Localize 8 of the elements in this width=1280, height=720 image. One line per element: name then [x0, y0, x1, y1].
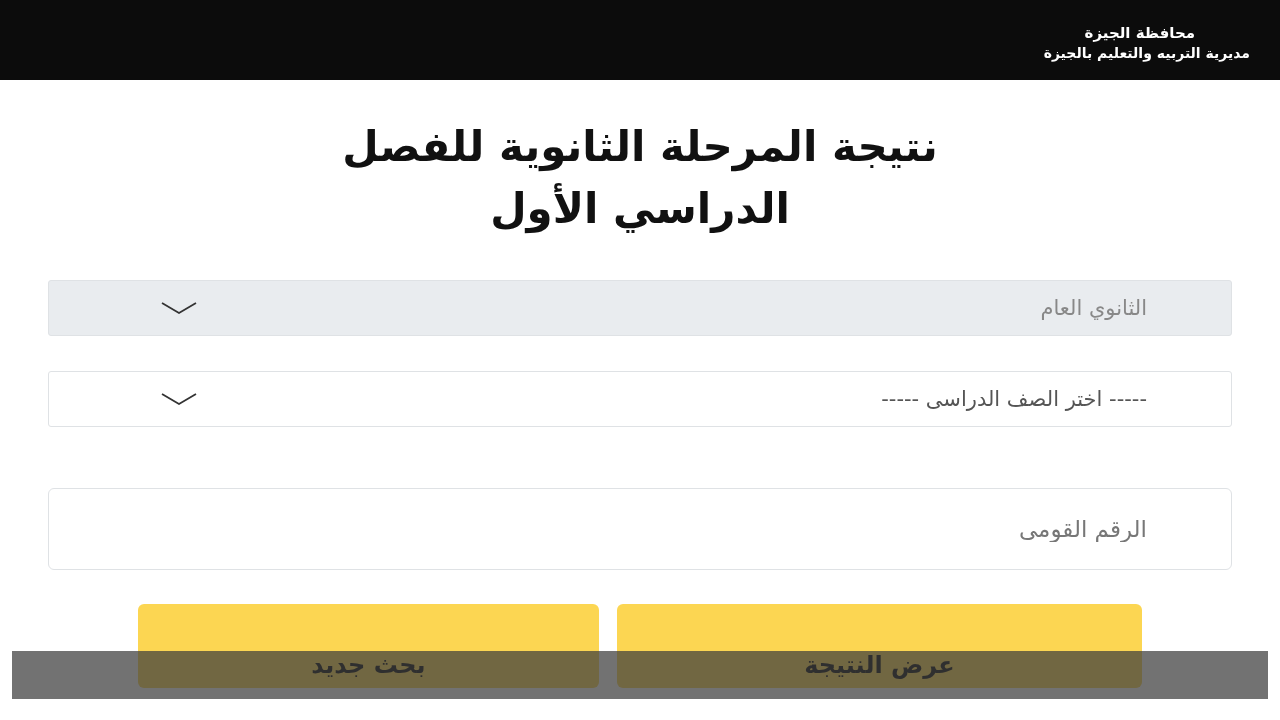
header-text: مديرية التربيه والتعليم بالجيزة — [1043, 44, 1250, 63]
dropdown-select[interactable]: ----- اختر الصف الدراسى ----- — [48, 371, 1232, 427]
page-title: نتيجة المرحلة الثانوية للفصل — [341, 121, 939, 174]
chevron-down-icon — [161, 392, 197, 406]
chevron-down-icon — [161, 301, 197, 315]
national-id-field[interactable]: الرقم القومى — [48, 488, 1232, 570]
header-text: محافظة الجيزة — [1084, 23, 1196, 43]
page-title: الدراسي الأول — [489, 182, 791, 236]
